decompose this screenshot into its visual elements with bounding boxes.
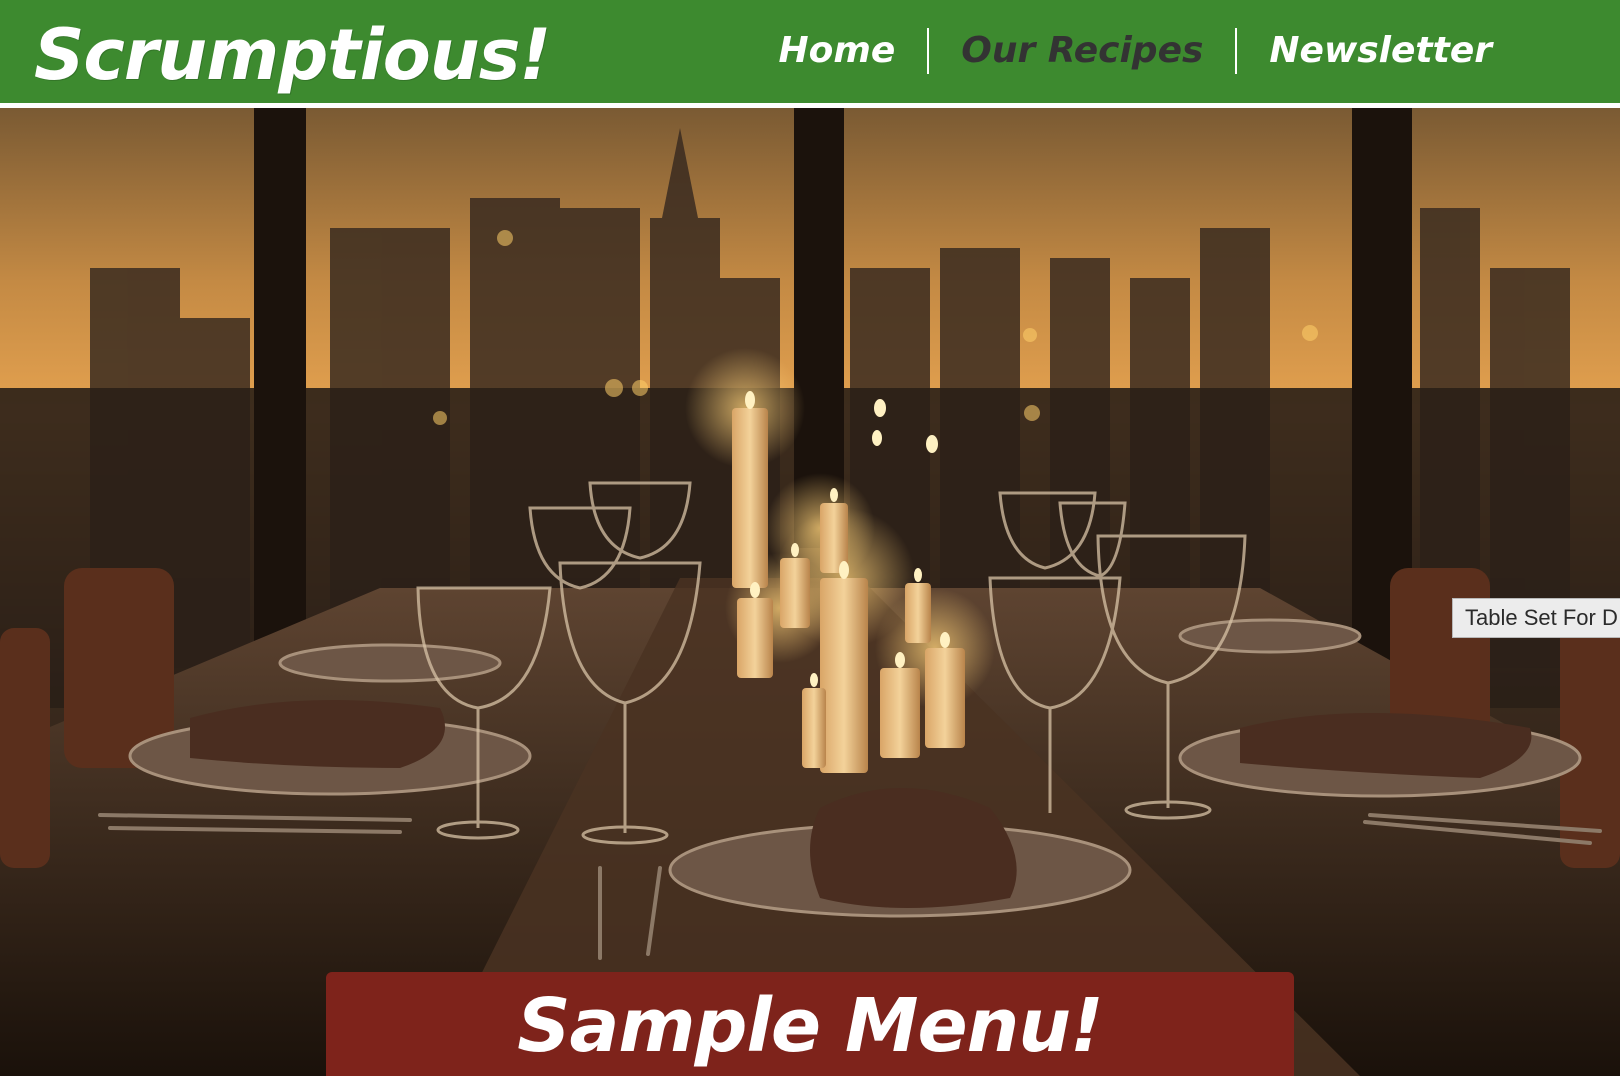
main-nav: Home Our Recipes Newsletter bbox=[746, 26, 1524, 76]
nav-newsletter-link[interactable]: Newsletter bbox=[1237, 26, 1524, 76]
hero-image bbox=[0, 108, 1620, 1076]
image-tooltip: Table Set For D bbox=[1452, 598, 1620, 638]
site-header: Scrumptious! Home Our Recipes Newsletter bbox=[0, 0, 1620, 108]
banner-title: Sample Menu! bbox=[517, 983, 1104, 1069]
nav-home-link[interactable]: Home bbox=[746, 26, 927, 76]
site-logo[interactable]: Scrumptious! bbox=[34, 10, 551, 100]
page: Scrumptious! Home Our Recipes Newsletter bbox=[0, 0, 1620, 1076]
sample-menu-banner: Sample Menu! bbox=[326, 972, 1294, 1076]
nav-our-recipes-link[interactable]: Our Recipes bbox=[929, 26, 1235, 76]
